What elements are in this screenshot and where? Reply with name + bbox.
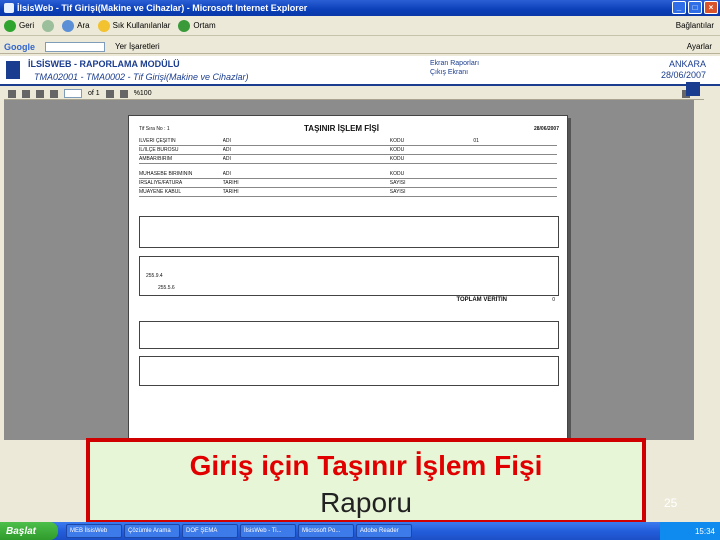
city-label: ANKARA (668, 59, 706, 69)
search-icon (62, 19, 75, 32)
task-button[interactable]: İlsisWeb - Ti... (240, 524, 296, 538)
header-links: Ekran Raporları Çıkış Ekranı (430, 59, 479, 77)
task-button[interactable]: Çözümle Arama (124, 524, 180, 538)
browser-toolbar: Geri Ara Sık Kullanılanlar Ortam Bağlant… (0, 16, 720, 36)
report-viewer-toolbar: of 1 %100 (4, 88, 704, 100)
report-row: İLVERİ ÇEŞİTİN ADI KODU 01 (139, 138, 557, 146)
clock: 15:34 (694, 526, 715, 536)
back-arrow-icon (4, 19, 16, 32)
forward-arrow-icon (42, 19, 55, 32)
info-box (139, 216, 559, 248)
last-page-icon[interactable] (119, 89, 128, 98)
exit-link[interactable]: Çıkış Ekranı (430, 68, 479, 77)
system-tray: 15:34 (660, 522, 720, 540)
bookmarks-button[interactable]: Yer İşaretleri (115, 42, 160, 51)
slide-title-line1: Giriş için Taşınır İşlem Fişi (189, 450, 543, 481)
task-button[interactable]: Microsoft Po... (298, 524, 354, 538)
report-row: AMBAR/BİRİM ADI KODU (139, 156, 557, 164)
maximize-button[interactable]: □ (688, 1, 702, 14)
zoom-select[interactable]: %100 (134, 90, 152, 97)
title-bar: İlsisWeb - Tif Girişi(Makine ve Cihazlar… (0, 0, 720, 16)
item-code-2: 255.5.6 (158, 285, 175, 291)
minimize-button[interactable]: _ (672, 1, 686, 14)
app-name: İLSİSWEB - RAPORLAMA MODÜLÜ (28, 59, 180, 69)
signature-box-bottom (139, 356, 559, 386)
favorites-button[interactable]: Sık Kullanılanlar (97, 19, 170, 32)
links-button[interactable]: Bağlantılar (676, 21, 714, 30)
reports-link[interactable]: Ekran Raporları (430, 59, 479, 68)
media-icon (178, 19, 191, 32)
google-logo: Google (4, 41, 35, 52)
items-table: 255.9.4 255.5.6 (139, 256, 559, 296)
page-subtitle: TMA02001 - TMA0002 - Tif Girişi(Makine v… (34, 72, 249, 82)
page-number-input[interactable] (64, 89, 82, 98)
report-row: İRSALİYE/FATURA TARİHİ SAYISI (139, 180, 557, 188)
star-icon (97, 19, 110, 32)
google-search-input[interactable] (45, 41, 105, 52)
search-button[interactable]: Ara (62, 19, 90, 32)
media-button[interactable]: Ortam (178, 19, 216, 32)
slide-page-number: 25 (664, 496, 678, 510)
window-controls: _ □ × (672, 1, 718, 14)
signature-box-top (139, 321, 559, 349)
print-icon[interactable] (8, 89, 16, 98)
report-row: MUAYENE KABUL TARİHİ SAYISI (139, 189, 557, 197)
slide-title-line2: Raporu (320, 487, 412, 518)
export-icon[interactable] (22, 89, 30, 98)
task-button[interactable]: DOF ŞEMA (182, 524, 238, 538)
google-toolbar: Google Yer İşaretleri Ayarlar (0, 40, 720, 54)
grid-icon[interactable] (686, 82, 700, 96)
item-code-1: 255.9.4 (146, 273, 163, 279)
tif-number: Tif Sıra No : 1 (139, 126, 170, 132)
task-list: MEB İlsisWeb Çözümle Arama DOF ŞEMA İlsi… (66, 524, 412, 538)
forward-button[interactable] (42, 19, 55, 32)
window-title: İlsisWeb - Tif Girişi(Makine ve Cihazlar… (17, 3, 308, 13)
app-header: İLSİSWEB - RAPORLAMA MODÜLÜ TMA02001 - T… (0, 56, 720, 86)
options-button[interactable]: Ayarlar (687, 42, 712, 51)
screen: İlsisWeb - Tif Girişi(Makine ve Cihazlar… (0, 0, 720, 540)
report-row: İL/İLÇE BÜROSU ADI KODU (139, 147, 557, 155)
task-button[interactable]: MEB İlsisWeb (66, 524, 122, 538)
back-button[interactable]: Geri (4, 19, 34, 32)
report-page: Tif Sıra No : 1 TAŞINIR İŞLEM FİŞİ 28/06… (128, 115, 568, 445)
total-label: TOPLAM VERİTİN (456, 297, 507, 303)
start-button[interactable]: Başlat (0, 522, 58, 540)
ie-icon (4, 3, 14, 13)
taskbar: Başlat MEB İlsisWeb Çözümle Arama DOF ŞE… (0, 522, 720, 540)
app-logo (6, 61, 20, 79)
task-button[interactable]: Adobe Reader (356, 524, 412, 538)
page-count: of 1 (88, 90, 100, 97)
close-button[interactable]: × (704, 1, 718, 14)
report-date: 28/06/2007 (533, 126, 559, 132)
total-value: 0 (552, 297, 555, 303)
report-row: MUHASEBE BİRİMİNİN ADI KODU (139, 171, 557, 179)
prev-page-icon[interactable] (50, 89, 58, 98)
first-page-icon[interactable] (36, 89, 44, 98)
report-title: TAŞINIR İŞLEM FİŞİ (304, 124, 379, 133)
next-page-icon[interactable] (105, 89, 114, 98)
slide-title-banner: Giriş için Taşınır İşlem Fişi Raporu (86, 438, 646, 524)
